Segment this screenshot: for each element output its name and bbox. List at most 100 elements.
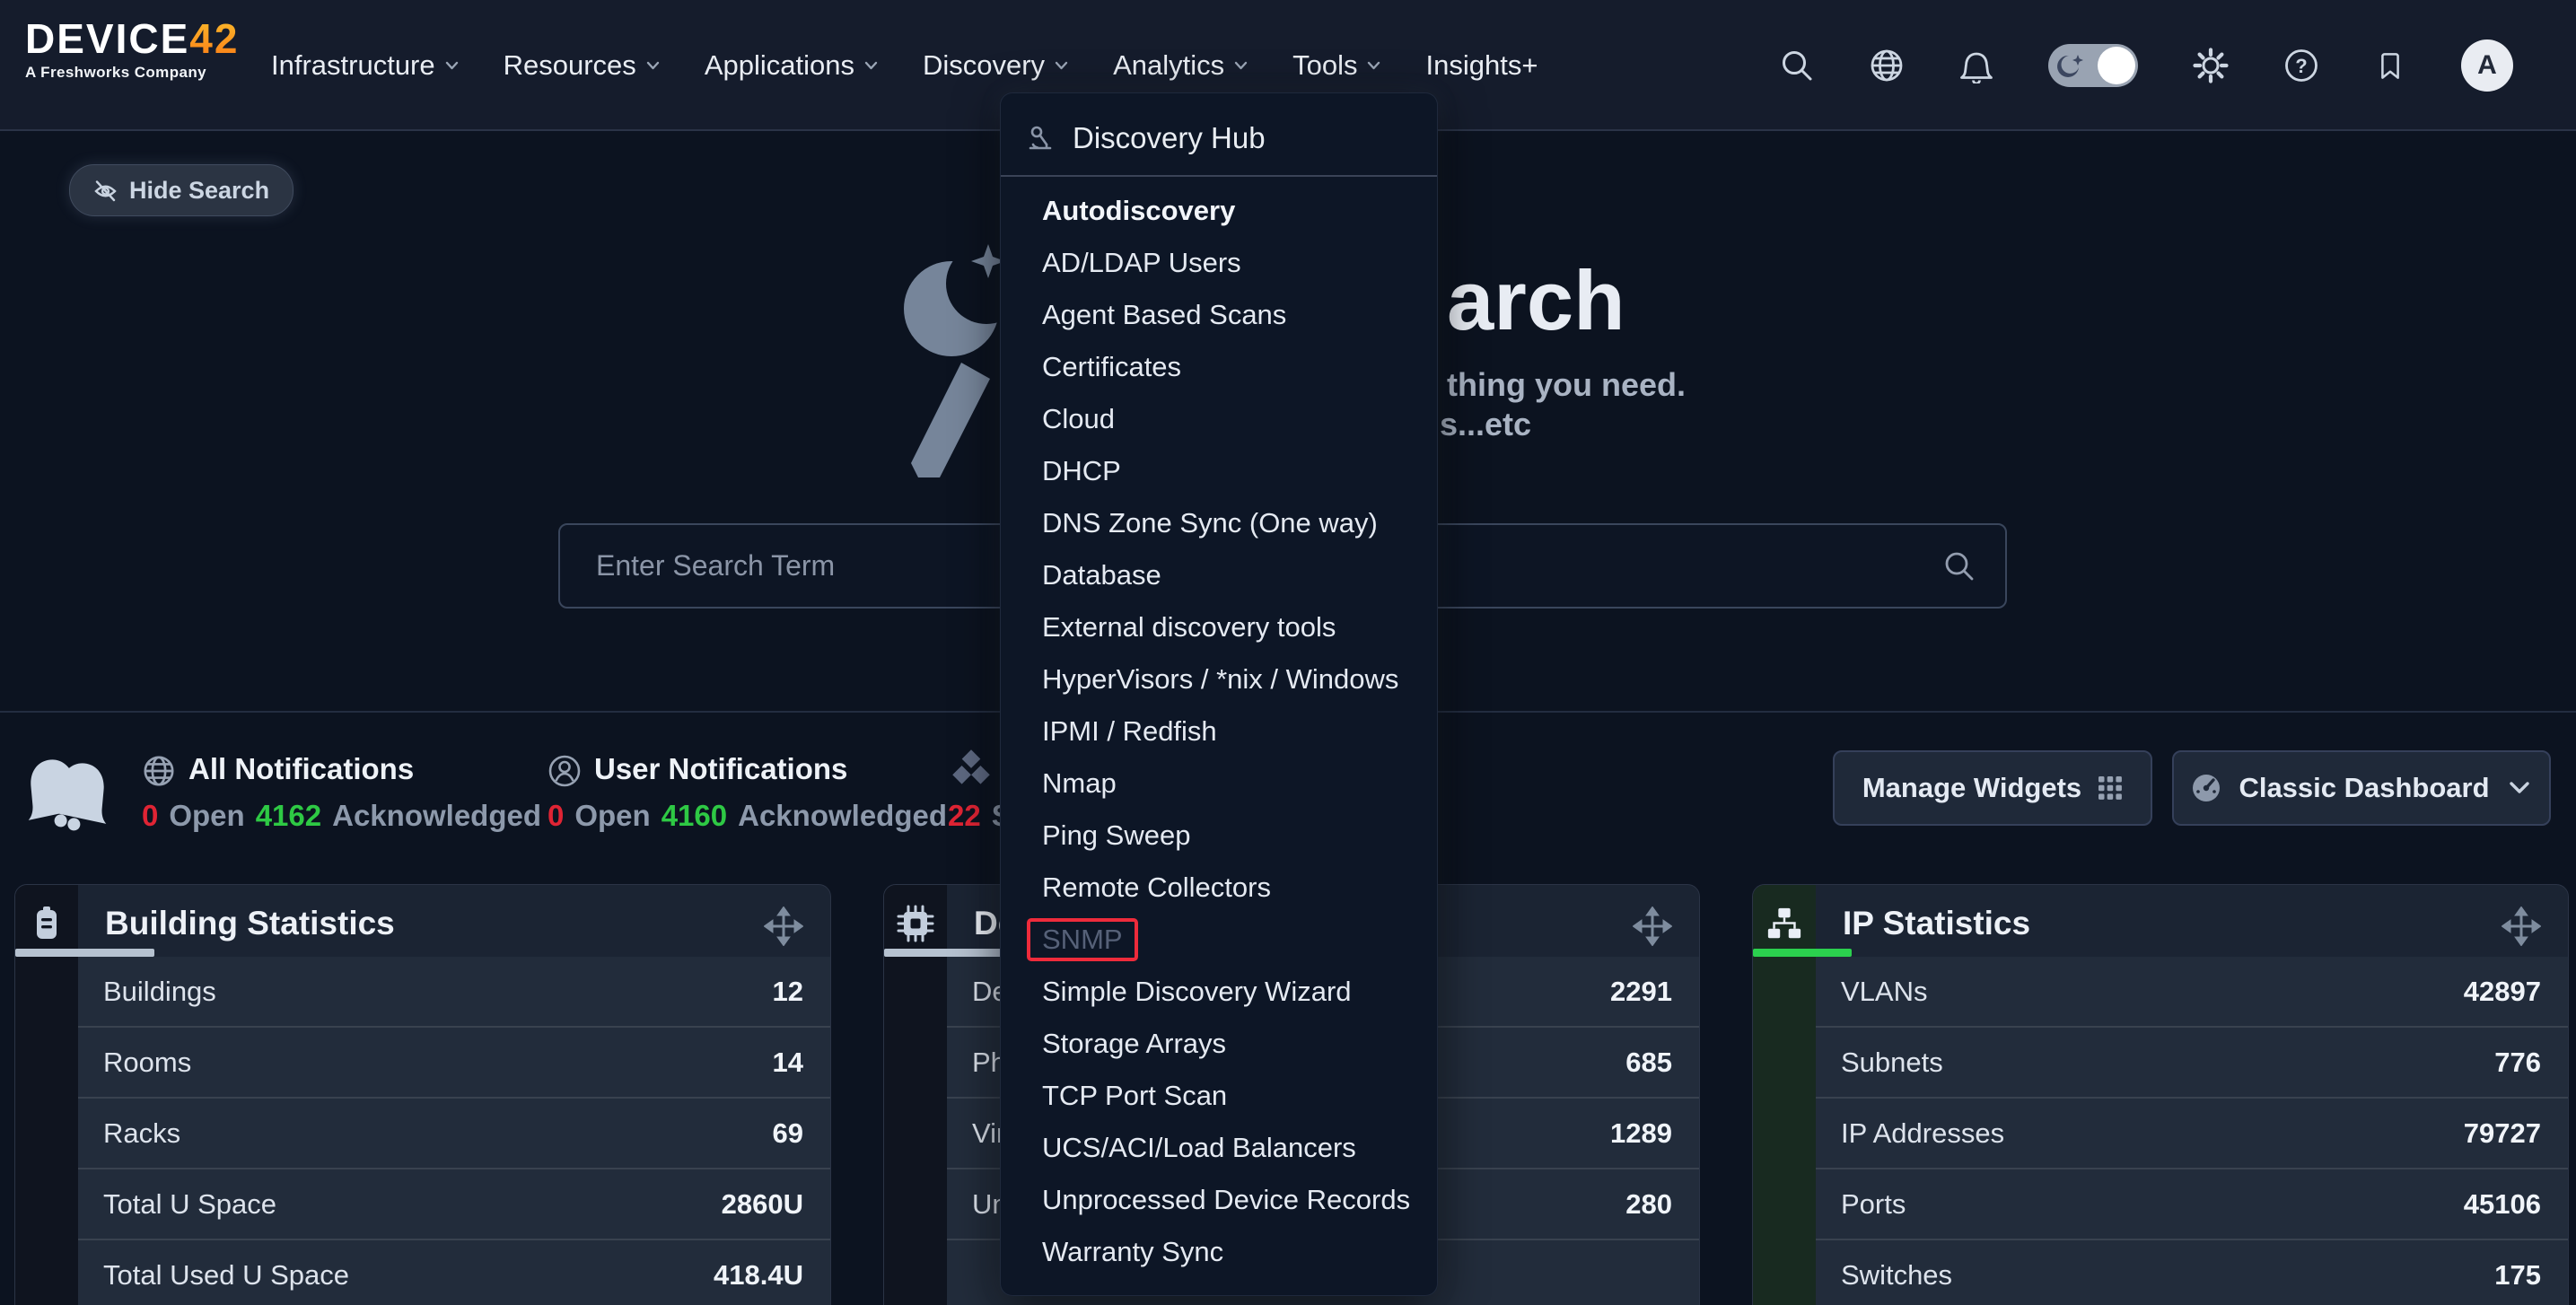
stat-value: 14 <box>773 1047 803 1079</box>
widget-stats-list: Buildings12Rooms14Racks69Total U Space28… <box>78 957 830 1305</box>
menu-item-label: Unprocessed Device Records <box>1042 1184 1410 1216</box>
nav-item-label: Applications <box>705 49 854 82</box>
menu-item-hypervisors-nix-windows[interactable]: HyperVisors / *nix / Windows <box>1001 653 1437 705</box>
stat-label: IP Addresses <box>1841 1117 2004 1150</box>
menu-item-cloud[interactable]: Cloud <box>1001 393 1437 445</box>
globe-icon <box>142 754 176 788</box>
help-icon[interactable]: ? <box>2283 48 2319 83</box>
chevron-down-icon <box>646 61 660 70</box>
menu-item-agent-based-scans[interactable]: Agent Based Scans <box>1001 289 1437 341</box>
search-heading-fragment: arch <box>1447 258 1625 343</box>
logo-device-text: DEVICE <box>25 15 189 62</box>
nav-item-tools[interactable]: Tools <box>1292 49 1380 82</box>
widget-title: Building Statistics <box>105 905 395 942</box>
menu-divider <box>1001 175 1437 177</box>
stat-row: Rooms14 <box>78 1028 830 1099</box>
menu-item-ucs-aci-load-balancers[interactable]: UCS/ACI/Load Balancers <box>1001 1122 1437 1174</box>
stat-row: Racks69 <box>78 1099 830 1169</box>
manage-widgets-button[interactable]: Manage Widgets <box>1833 750 2152 826</box>
move-handle-icon[interactable] <box>2502 906 2541 946</box>
menu-item-dns-zone-sync-one-way-[interactable]: DNS Zone Sync (One way) <box>1001 497 1437 549</box>
ip-statistics-widget: IP Statistics VLANs42897Subnets776IP Add… <box>1752 884 2569 1305</box>
building-statistics-widget: Building Statistics Buildings12Rooms14Ra… <box>14 884 831 1305</box>
menu-item-label: Remote Collectors <box>1042 871 1271 904</box>
menu-item-storage-arrays[interactable]: Storage Arrays <box>1001 1018 1437 1070</box>
stat-label: Total Used U Space <box>103 1259 349 1292</box>
menu-section-header-autodiscovery: Autodiscovery <box>1001 185 1437 237</box>
menu-item-discovery-hub[interactable]: Discovery Hub <box>1001 109 1437 167</box>
chevron-down-icon <box>1234 61 1248 70</box>
nav-item-discovery[interactable]: Discovery <box>923 49 1068 82</box>
stat-value: 685 <box>1625 1047 1672 1079</box>
stat-value: 175 <box>2494 1259 2541 1292</box>
menu-item-simple-discovery-wizard[interactable]: Simple Discovery Wizard <box>1001 966 1437 1018</box>
menu-item-warranty-sync[interactable]: Warranty Sync <box>1001 1226 1437 1278</box>
snmp-highlight-box: SNMP <box>1027 918 1138 961</box>
stat-row: Subnets776 <box>1816 1028 2568 1099</box>
menu-item-external-discovery-tools[interactable]: External discovery tools <box>1001 601 1437 653</box>
svg-text:?: ? <box>2295 55 2307 77</box>
open-label: Open <box>169 799 244 832</box>
menu-item-label: Certificates <box>1042 351 1181 383</box>
widget-stats-list: VLANs42897Subnets776IP Addresses79727Por… <box>1816 957 2568 1305</box>
move-handle-icon[interactable] <box>764 906 803 946</box>
stat-row: Total Used U Space418.4U <box>78 1240 830 1305</box>
stat-label: Switches <box>1841 1259 1952 1292</box>
ack-label: Acknowledged <box>738 799 947 832</box>
open-count: 0 <box>142 799 158 832</box>
menu-item-nmap[interactable]: Nmap <box>1001 758 1437 810</box>
menu-item-ping-sweep[interactable]: Ping Sweep <box>1001 810 1437 862</box>
user-notifications-counts: 0Open4160Acknowledged <box>548 799 958 833</box>
menu-item-certificates[interactable]: Certificates <box>1001 341 1437 393</box>
menu-item-ad-ldap-users[interactable]: AD/LDAP Users <box>1001 237 1437 289</box>
stat-label: Ports <box>1841 1188 1906 1221</box>
menu-item-remote-collectors[interactable]: Remote Collectors <box>1001 862 1437 914</box>
menu-item-database[interactable]: Database <box>1001 549 1437 601</box>
stat-label: Total U Space <box>103 1188 276 1221</box>
bookmark-icon[interactable] <box>2373 48 2407 83</box>
nav-item-applications[interactable]: Applications <box>705 49 878 82</box>
hide-search-button[interactable]: Hide Search <box>69 164 294 216</box>
menu-item-label: AD/LDAP Users <box>1042 247 1241 279</box>
bell-icon[interactable] <box>1958 48 1994 83</box>
nav-item-insights-[interactable]: Insights+ <box>1425 49 1538 82</box>
menu-item-label: Database <box>1042 559 1161 591</box>
globe-icon[interactable] <box>1869 48 1905 83</box>
nav-item-label: Discovery <box>923 49 1045 82</box>
menu-item-label: Simple Discovery Wizard <box>1042 976 1352 1008</box>
chip-icon <box>897 905 934 942</box>
nav-item-resources[interactable]: Resources <box>504 49 660 82</box>
dark-mode-toggle[interactable] <box>2048 44 2138 87</box>
menu-item-ipmi-redfish[interactable]: IPMI / Redfish <box>1001 705 1437 758</box>
chevron-down-icon <box>1055 61 1068 70</box>
menu-item-label: TCP Port Scan <box>1042 1080 1227 1112</box>
menu-item-dhcp[interactable]: DHCP <box>1001 445 1437 497</box>
avatar[interactable]: A <box>2461 39 2513 92</box>
menu-item-label: Nmap <box>1042 767 1117 800</box>
manage-widgets-label: Manage Widgets <box>1862 772 2081 804</box>
stat-row: VLANs42897 <box>1816 957 2568 1028</box>
logo-42-text: 42 <box>189 15 239 62</box>
classic-dashboard-button[interactable]: Classic Dashboard <box>2172 750 2551 826</box>
search-icon[interactable] <box>1779 48 1815 83</box>
double-bell-icon <box>25 743 108 847</box>
menu-item-snmp[interactable]: SNMP <box>1001 914 1437 966</box>
stat-label: Racks <box>103 1117 180 1150</box>
logo[interactable]: DEVICE42 A Freshworks Company <box>25 18 239 80</box>
menu-item-label: HyperVisors / *nix / Windows <box>1042 663 1398 696</box>
menu-item-label: SNMP <box>1042 924 1123 955</box>
menu-item-label: IPMI / Redfish <box>1042 715 1217 748</box>
menu-item-tcp-port-scan[interactable]: TCP Port Scan <box>1001 1070 1437 1122</box>
gear-icon[interactable] <box>2192 47 2230 84</box>
nav-item-label: Insights+ <box>1425 49 1538 82</box>
nav-item-analytics[interactable]: Analytics <box>1113 49 1248 82</box>
move-handle-icon[interactable] <box>1633 906 1672 946</box>
widget-accent-bar <box>15 949 154 957</box>
ack-label: Acknowledged <box>332 799 541 832</box>
nav-item-infrastructure[interactable]: Infrastructure <box>271 49 459 82</box>
menu-item-label: Storage Arrays <box>1042 1028 1226 1060</box>
search-subtitle-line1-fragment: thing you need. <box>1447 366 1686 404</box>
stat-label: VLANs <box>1841 976 1927 1008</box>
menu-item-unprocessed-device-records[interactable]: Unprocessed Device Records <box>1001 1174 1437 1226</box>
search-submit-icon[interactable] <box>1942 549 1976 583</box>
